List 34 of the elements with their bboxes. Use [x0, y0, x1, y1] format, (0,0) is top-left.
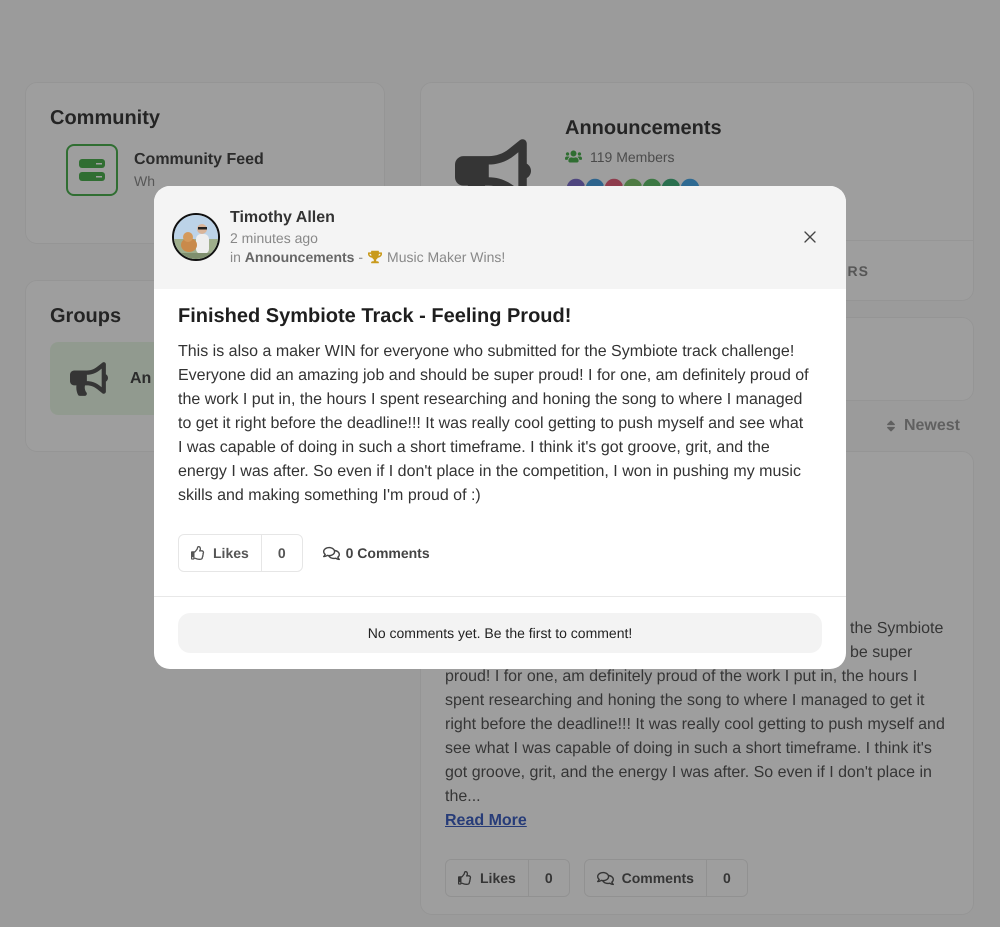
comments-icon	[322, 544, 340, 562]
empty-comments-notice: No comments yet. Be the first to comment!	[178, 613, 822, 653]
feed-name[interactable]: Community Feed	[134, 151, 264, 169]
post-body: This is also a maker WIN for everyone who submitted for the Symbiote track challenge! Everyone did an amazing job and should be super proud! I for one, am definitely proud of the work I put in, the hours I spent researching and honing the song to where I managed to get it right before the deadline!!! It was really cool getting to push myself and see what I was capable of doing in such a short timeframe. I think it's got groove, grit, and the energy I was after. So even if I don't place in the competition, I won in pushing my music skills and making something I'm proud of :)	[178, 342, 810, 506]
groups-title: Groups	[50, 305, 122, 328]
members-icon	[565, 148, 582, 165]
post-time: 2 minutes ago	[230, 230, 319, 246]
feed-description: Wh	[134, 173, 156, 189]
likes-control[interactable]: Likes 0	[445, 859, 570, 897]
group-name: An	[130, 370, 152, 388]
read-more-link[interactable]: Read More	[445, 809, 527, 833]
members-count: 119 Members	[590, 148, 675, 164]
comments-icon	[596, 870, 614, 886]
likes-count: 0	[260, 535, 302, 571]
post-text: the Symbiote	[850, 619, 944, 639]
group-title: Announcements	[565, 117, 722, 140]
thumbs-up-icon	[191, 546, 205, 560]
post-title: Finished Symbiote Track - Feeling Proud!	[178, 305, 572, 328]
comments-button[interactable]: 0 Comments	[322, 544, 430, 562]
post-text: be super	[850, 643, 912, 663]
community-title: Community	[50, 107, 160, 130]
server-icon	[79, 159, 105, 181]
post-body: proud! I for one, am definitely proud of the work I put in, the hours I spent researching and honing the song to where I managed to get it right before the deadline!!! It was really cool getting to push myself and see what I was capable of doing in such a short timeframe. I think it's got groove, grit, and the energy I was after. So even if I don't place in the...	[445, 667, 946, 807]
trophy-icon	[368, 250, 382, 264]
comments-count: 0	[706, 860, 747, 896]
author-name[interactable]: Timothy Allen	[230, 208, 790, 226]
likes-count: 0	[528, 860, 569, 896]
tab[interactable]: RS	[848, 263, 869, 279]
badge-name: Music Maker Wins!	[387, 248, 506, 264]
post-context: in Announcements -	[230, 248, 364, 264]
megaphone-icon	[70, 360, 108, 398]
thumbs-up-icon	[458, 871, 472, 885]
comments-control[interactable]: Comments 0	[584, 859, 748, 897]
likes-control[interactable]: Likes 0	[178, 534, 303, 572]
